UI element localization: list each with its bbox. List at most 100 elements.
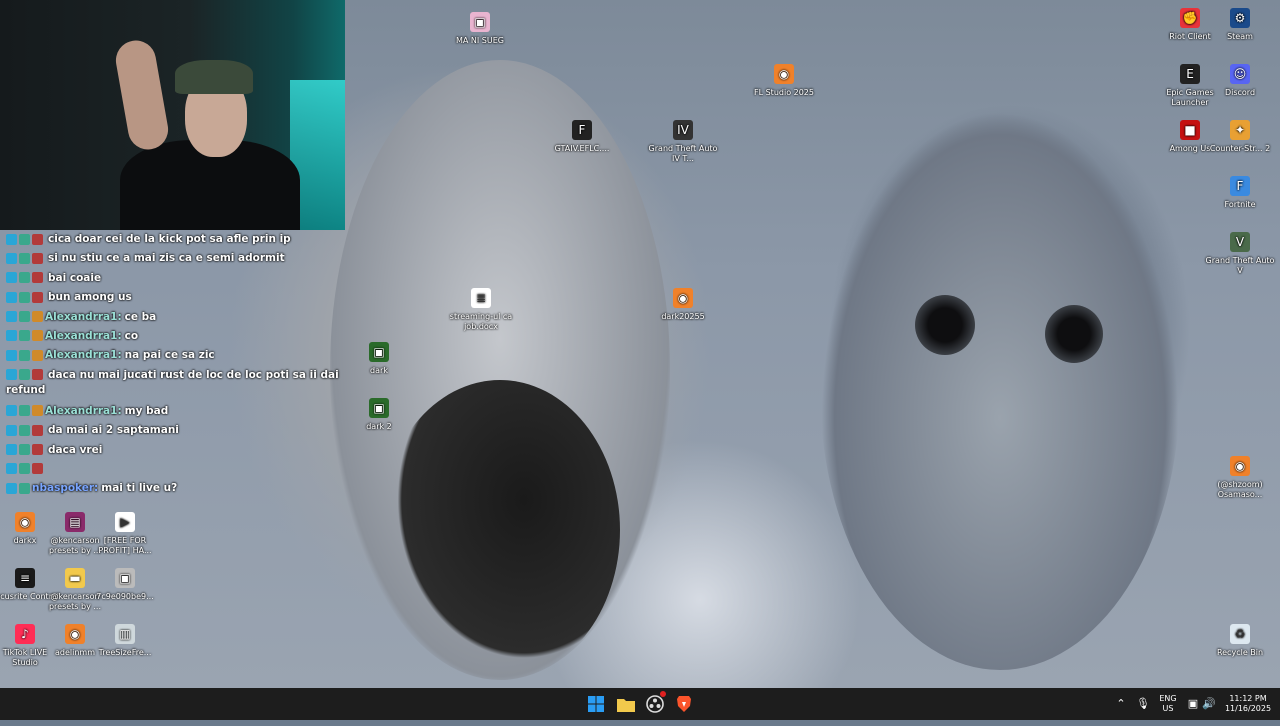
clock-date: 11/16/2025: [1224, 704, 1272, 713]
image-icon: ▣: [369, 398, 389, 418]
fl-studio-icon: ◉: [65, 624, 85, 644]
show-hidden-icons-button[interactable]: ⌃: [1114, 688, 1128, 720]
tiktok-icon: ♪: [15, 624, 35, 644]
desktop-icon[interactable]: F GTAIV.EFLC....: [547, 120, 617, 154]
chat-text: si nu stiu ce a mai zis ca e semi adormi…: [48, 252, 285, 265]
chat-message: Alexandrra1: co: [6, 327, 346, 346]
among-us-icon: ■: [1180, 120, 1200, 140]
chat-badge-icon: [32, 233, 43, 245]
obs-button[interactable]: [645, 691, 666, 714]
file-explorer-button[interactable]: [616, 694, 636, 714]
chat-message: cica doar cei de la kick pot sa afle pri…: [6, 230, 346, 249]
riot-client-icon: ✊: [1180, 8, 1200, 28]
desktop-icon[interactable]: ☺ Discord: [1205, 64, 1275, 98]
chat-text: ce ba: [124, 310, 157, 323]
counter-strike-icon: ✦: [1230, 120, 1250, 140]
video-icon: ▶: [115, 512, 135, 532]
chat-text: my bad: [124, 404, 169, 417]
desktop-icon-label: FL Studio 2025: [754, 88, 814, 97]
desktop-icon[interactable]: ≣ streaming-ul ca job.docx: [446, 288, 516, 332]
chat-username: Alexandrra1:: [45, 310, 122, 323]
fl-studio-icon: ◉: [1230, 456, 1250, 476]
chat-message: bun among us: [6, 288, 346, 307]
desktop-icon[interactable]: ▣ 7c9e090be9...: [90, 568, 160, 602]
obs-icon: [646, 695, 664, 713]
desktop-icon[interactable]: ◉ FL Studio 2025: [749, 64, 819, 98]
desktop-icon[interactable]: ▶ [FREE FOR PROFIT] HA...: [90, 512, 160, 556]
microphone-icon[interactable]: 🎙: [1136, 688, 1150, 720]
epic-games-icon: E: [1180, 64, 1200, 84]
chat-badge-icon: [6, 349, 17, 361]
network-icon[interactable]: ▣: [1186, 688, 1200, 720]
chat-badge-icon: [6, 482, 17, 494]
chat-badge-icon: [32, 405, 43, 417]
chat-message: da mai ai 2 saptamani: [6, 421, 346, 440]
chat-username: Alexandrra1:: [45, 329, 122, 342]
chat-badge-icon: [19, 311, 30, 323]
chat-badge-icon: [19, 233, 30, 245]
chat-badge-icon: [19, 424, 30, 436]
desktop-icon[interactable]: F Fortnite: [1205, 176, 1275, 210]
chat-badge-icon: [6, 444, 17, 456]
archive-icon: ▤: [65, 512, 85, 532]
desktop-icon[interactable]: V Grand Theft Auto V: [1205, 232, 1275, 276]
monkey-left-eye: [915, 295, 975, 355]
desktop-icon-label: streaming-ul ca job.docx: [449, 312, 513, 331]
desktop-icon[interactable]: ▣ MA NI SUEG: [445, 12, 515, 46]
chat-badge-icon: [6, 272, 17, 284]
chat-message: Alexandrra1: my bad: [6, 402, 346, 421]
lang-primary: ENG: [1159, 694, 1177, 703]
chat-text: na pai ce sa zic: [124, 349, 215, 362]
chat-badge-icon: [32, 369, 43, 381]
desktop-icon-label: MA NI SUEG: [456, 36, 504, 45]
desktop-icon[interactable]: ▥ TreeSizeFre...: [90, 624, 160, 658]
fl-studio-icon: ◉: [673, 288, 693, 308]
desktop-icon[interactable]: ▣ dark 2: [344, 398, 414, 432]
brave-button[interactable]: [674, 694, 694, 714]
chat-message: [6, 460, 346, 479]
desktop-icon[interactable]: IV Grand Theft Auto IV T...: [648, 120, 718, 164]
chat-text: daca vrei: [48, 443, 103, 456]
cam-person-arm: [112, 37, 172, 153]
fusion-fix-icon: F: [572, 120, 592, 140]
gta5-icon: V: [1230, 232, 1250, 252]
desktop-icon[interactable]: ◉ (@shzoom) Osamaso...: [1205, 456, 1275, 500]
fortnite-icon: F: [1230, 176, 1250, 196]
chat-badge-icon: [32, 463, 43, 475]
chat-badge-icon: [6, 233, 17, 245]
desktop-icon[interactable]: ▣ dark: [344, 342, 414, 376]
clock[interactable]: 11:12 PM 11/16/2025: [1220, 688, 1276, 726]
chat-message: daca vrei: [6, 441, 346, 460]
chat-badge-icon: [32, 252, 43, 264]
gta4-icon: IV: [673, 120, 693, 140]
desktop-icon[interactable]: ◉ dark20255: [648, 288, 718, 322]
brave-icon: [677, 696, 691, 712]
recycle-bin-icon: ♻: [1230, 624, 1250, 644]
language-indicator[interactable]: ENG US: [1156, 688, 1180, 726]
chat-overlay: cica doar cei de la kick pot sa afle pri…: [6, 230, 346, 499]
desktop-icon[interactable]: ♻ Recycle Bin: [1205, 624, 1275, 658]
chat-badge-icon: [19, 272, 30, 284]
desktop-icon-label: 7c9e090be9...: [96, 592, 154, 601]
chat-badge-icon: [6, 330, 17, 342]
chat-text: mai ti live u?: [101, 482, 178, 495]
live-indicator-dot: [660, 691, 666, 697]
discord-icon: ☺: [1230, 64, 1250, 84]
chat-badge-icon: [6, 291, 17, 303]
windows-icon: [588, 696, 604, 712]
chat-username: nbaspoker:: [32, 482, 99, 495]
desktop-icon[interactable]: ⚙ Steam: [1205, 8, 1275, 42]
desktop-icon-label: Discord: [1224, 88, 1256, 97]
chat-badge-icon: [32, 349, 43, 361]
start-button[interactable]: [586, 694, 606, 714]
chat-badge-icon: [19, 252, 30, 264]
volume-icon[interactable]: 🔊: [1202, 688, 1216, 720]
desktop-icon-label: [FREE FOR PROFIT] HA...: [98, 536, 152, 555]
webcam-overlay: [0, 0, 345, 230]
chat-username: Alexandrra1:: [45, 404, 122, 417]
desktop-icon[interactable]: ✦ Counter-Str... 2: [1205, 120, 1275, 154]
chat-badge-icon: [19, 405, 30, 417]
monkey-face: [820, 110, 1180, 670]
folder-icon: ▬: [65, 568, 85, 588]
chat-message: Alexandrra1: ce ba: [6, 308, 346, 327]
